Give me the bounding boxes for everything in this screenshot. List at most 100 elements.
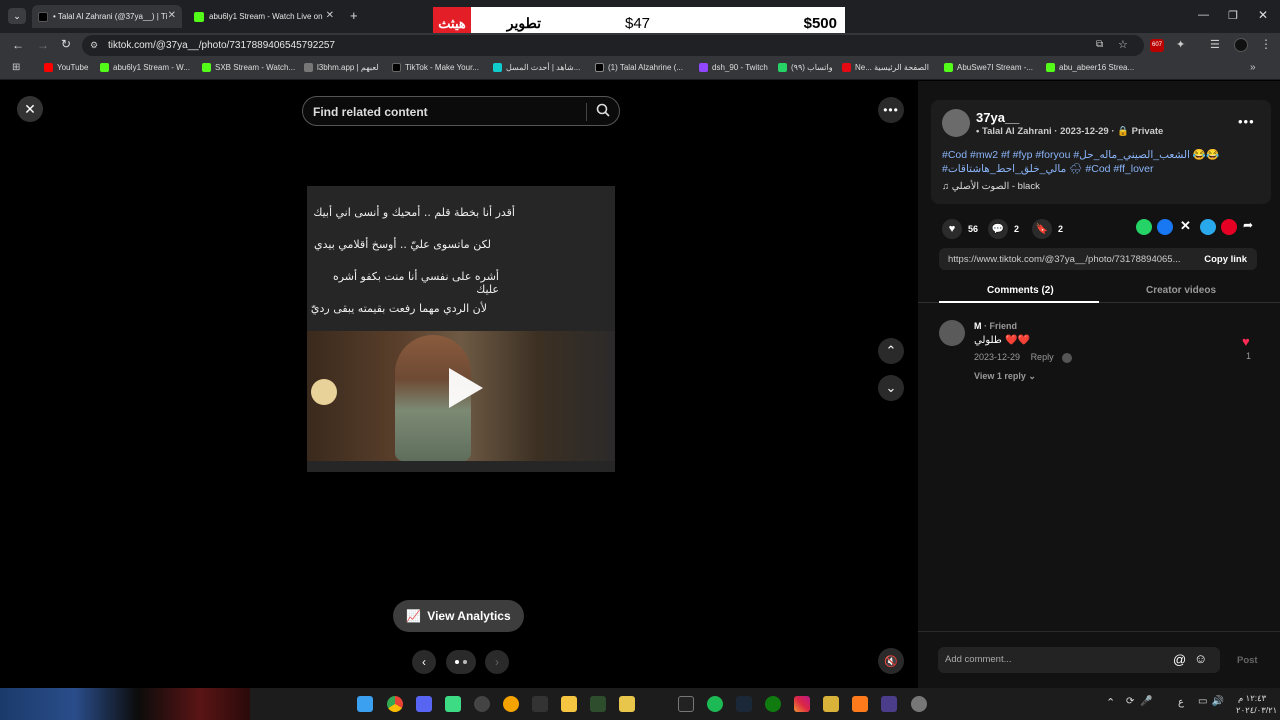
comment-input[interactable]: Add comment... @ ☺ [938,647,1220,673]
forward-icon[interactable]: → [37,38,49,52]
share-pinterest-icon[interactable] [1221,219,1237,235]
bookmark-star-icon[interactable]: ☆ [1118,38,1128,51]
xbox-icon[interactable] [765,696,781,712]
bookmark-tiktok[interactable]: TikTok - Make Your... [392,63,479,72]
search-input[interactable]: Find related content [313,105,428,119]
search-icon[interactable] [595,102,611,123]
profile-avatar[interactable] [1234,38,1248,52]
save-button[interactable]: 🔖 2 [1032,219,1063,239]
android-icon[interactable] [445,696,461,712]
emoji-icon[interactable]: ☺ [1194,651,1207,666]
post-comment-button[interactable]: Post [1237,655,1258,666]
carousel-dot[interactable] [455,660,459,664]
carousel-next-icon[interactable]: › [485,650,509,674]
steam-icon[interactable] [736,696,752,712]
bookmark-abuswe7i[interactable]: AbuSwe7I Stream -... [944,63,1033,72]
app-mic-icon[interactable] [881,696,897,712]
post-link[interactable]: https://www.tiktok.com/@37ya__/photo/731… [948,254,1181,265]
discord-icon[interactable] [416,696,432,712]
comment-button[interactable]: 💬 2 [988,219,1019,239]
tab-search-button[interactable]: ⌄ [8,8,26,24]
play-icon[interactable] [445,366,485,415]
bookmark-twitch[interactable]: dsh_90 - Twitch [699,63,768,72]
tray-overflow-icon[interactable]: ⌃ [1106,696,1115,709]
bookmark-abu6ly1[interactable]: abu6ly1 Stream - W... [100,63,190,72]
browser-menu-icon[interactable]: ⋮ [1260,37,1272,51]
bookmark-youtube[interactable]: YouTube [44,63,88,72]
tab-comments[interactable]: Comments (2) [987,285,1054,296]
copy-link-button[interactable]: Copy link [1204,254,1247,265]
share-x-icon[interactable]: ✕ [1180,218,1191,234]
bookmark-netflix[interactable]: Ne... الصفحة الرئيسية [842,63,929,72]
share-telegram-icon[interactable] [1200,219,1216,235]
view-replies-button[interactable]: View 1 reply ⌄ [974,371,1036,382]
address-bar[interactable]: ⚙ tiktok.com/@37ya__/photo/7317889406545… [82,35,1144,56]
search-box[interactable]: Find related content [302,96,620,126]
network-volume-icons[interactable]: ▭🔊 [1198,696,1228,707]
instagram-icon[interactable] [794,696,810,712]
close-window-button[interactable]: ✕ [1258,8,1268,22]
xbox-app-icon[interactable] [590,696,606,712]
site-info-icon[interactable]: ⚙ [90,40,98,51]
next-post-icon[interactable]: ⌄ [878,375,904,401]
share-more-icon[interactable]: ➦ [1243,218,1253,232]
cast-icon[interactable]: ☰ [1210,38,1220,51]
start-icon[interactable] [357,696,373,712]
close-tab-icon[interactable]: ✕ [168,10,176,21]
author-display-name[interactable]: Talal Al Zahrani [982,126,1052,137]
input-language[interactable]: ع [1178,697,1184,708]
app-pen-icon[interactable] [823,696,839,712]
bookmark-l3bhm[interactable]: l3bhm.app | لعبهم [304,63,379,72]
carousel-prev-icon[interactable]: ‹ [412,650,436,674]
commenter-name[interactable]: M [974,321,982,331]
close-viewer-button[interactable]: ✕ [17,96,43,122]
file-explorer-icon[interactable] [561,696,577,712]
view-analytics-button[interactable]: 📈 View Analytics [393,600,524,632]
chrome-icon[interactable] [387,696,403,712]
capcut-icon[interactable] [678,696,694,712]
epic-icon[interactable] [532,696,548,712]
settings-icon[interactable] [911,696,927,712]
clock-time[interactable]: ١٢:٤٣ م [1238,693,1266,704]
tab-tiktok[interactable]: • Talal Al Zahrani (@37ya__) | Ti ✕ [32,5,182,28]
apps-icon[interactable]: ⊞ [12,62,20,73]
bookmark-whatsapp[interactable]: (٩٩) واتساب [778,63,833,72]
tab-kick-stream[interactable]: abu6ly1 Stream - Watch Live on ✕ [188,5,340,28]
mute-icon[interactable]: 🔇 [878,648,904,674]
more-options-icon[interactable]: ••• [878,97,904,123]
bookmark-x[interactable]: (1) Talal Alzahrine (... [595,63,683,72]
extensions-icon[interactable]: ✦ [1176,38,1185,51]
back-icon[interactable]: ← [12,38,24,52]
store-icon[interactable] [619,696,635,712]
commenter-avatar[interactable] [939,320,965,346]
mention-icon[interactable]: @ [1173,652,1186,667]
share-whatsapp-icon[interactable] [1136,219,1152,235]
reload-icon[interactable]: ↻ [61,37,71,51]
share-facebook-icon[interactable] [1157,219,1173,235]
like-button[interactable]: ♥ 56 [942,219,978,239]
bookmark-abu-abeer16[interactable]: abu_abeer16 Strea... [1046,63,1134,72]
bookmark-sxb[interactable]: SXB Stream - Watch... [202,63,295,72]
more-bookmarks-icon[interactable]: » [1250,62,1256,73]
carousel-dot[interactable] [463,660,467,664]
gog-icon[interactable] [474,696,490,712]
clock-date[interactable]: ٢٠٢٤/٠٣/٢١ [1236,705,1277,716]
restore-button[interactable]: ❐ [1228,9,1238,22]
new-tab-button[interactable]: + [350,8,358,23]
sound-row[interactable]: ♫ الصوت الأصلي - black [942,181,1040,192]
author-username[interactable]: 37ya__ [976,110,1019,125]
install-app-icon[interactable]: ⧉ [1096,39,1103,50]
app-orange-icon[interactable] [503,696,519,712]
video-thumbnail[interactable] [307,331,615,461]
comment-reply-button[interactable]: Reply [1031,352,1054,362]
spotify-icon[interactable] [707,696,723,712]
app-a-icon[interactable] [852,696,868,712]
minimize-button[interactable]: — [1198,9,1209,21]
close-tab-icon[interactable]: ✕ [326,10,334,21]
comment-like-icon[interactable]: ♥ [1242,334,1250,349]
previous-post-icon[interactable]: ⌃ [878,338,904,364]
tab-creator-videos[interactable]: Creator videos [1146,285,1216,296]
extension-badge[interactable]: 607 [1150,39,1164,52]
author-avatar[interactable] [942,109,970,137]
bookmark-shahid[interactable]: شاهد | أحدث المسل... [493,63,580,72]
